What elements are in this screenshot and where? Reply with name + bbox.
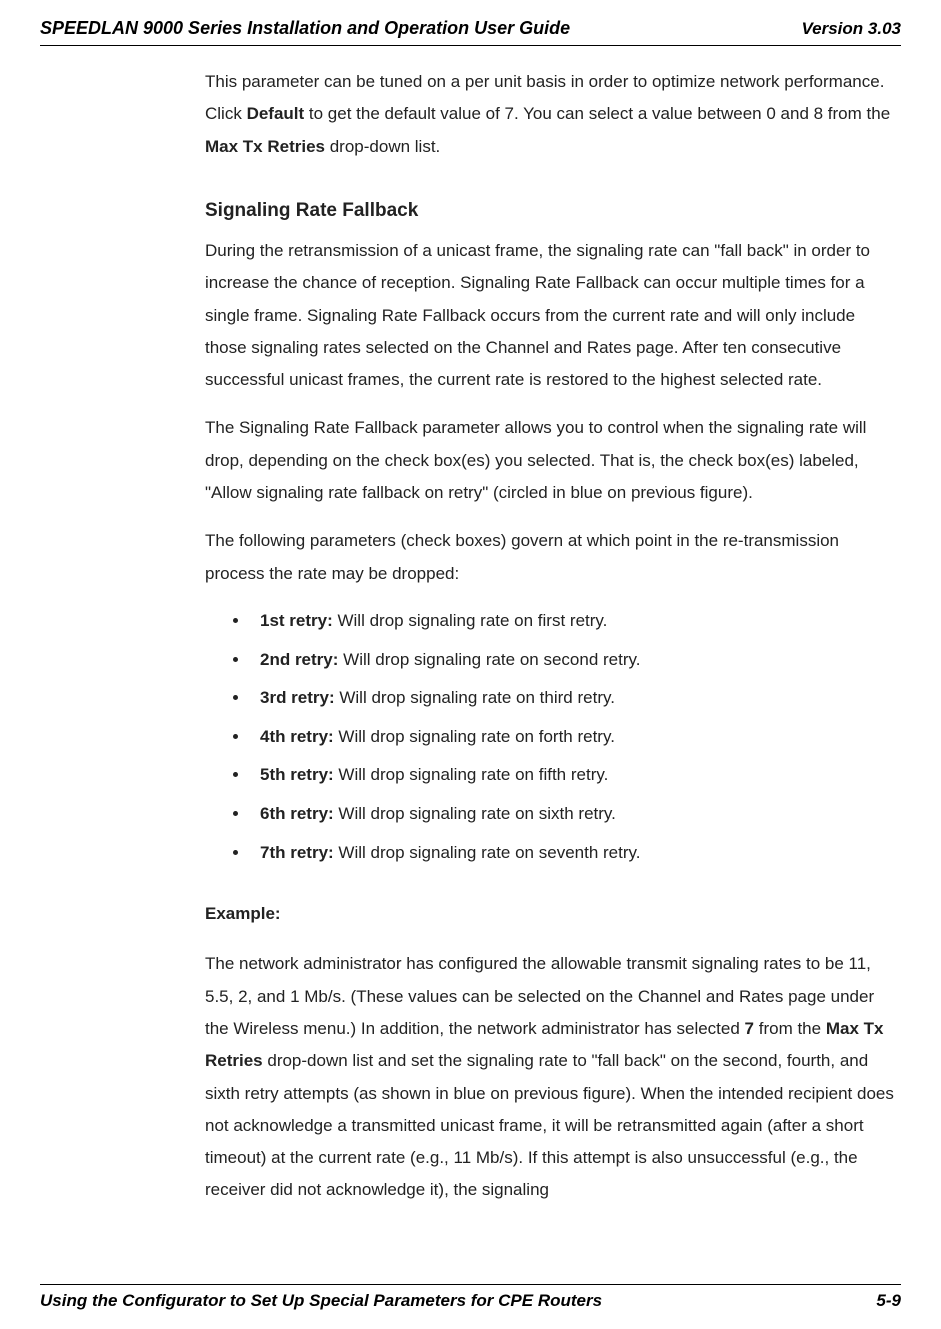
retry-desc: Will drop signaling rate on seventh retr… — [334, 843, 641, 862]
section-paragraph-3: The following parameters (check boxes) g… — [205, 525, 901, 590]
retry-desc: Will drop signaling rate on second retry… — [338, 650, 640, 669]
list-item: 7th retry: Will drop signaling rate on s… — [250, 838, 901, 869]
retry-label: 4th retry: — [260, 727, 334, 746]
retry-desc: Will drop signaling rate on sixth retry. — [334, 804, 616, 823]
list-item: 1st retry: Will drop signaling rate on f… — [250, 606, 901, 637]
example-text-c: drop-down list and set the signaling rat… — [205, 1051, 894, 1199]
intro-paragraph: This parameter can be tuned on a per uni… — [205, 66, 901, 163]
retry-desc: Will drop signaling rate on fifth retry. — [334, 765, 609, 784]
list-item: 3rd retry: Will drop signaling rate on t… — [250, 683, 901, 714]
retry-label: 5th retry: — [260, 765, 334, 784]
footer-chapter: Using the Configurator to Set Up Special… — [40, 1291, 602, 1311]
retry-label: 1st retry: — [260, 611, 333, 630]
page-content: This parameter can be tuned on a per uni… — [40, 46, 901, 1207]
list-item: 6th retry: Will drop signaling rate on s… — [250, 799, 901, 830]
retry-label: 2nd retry: — [260, 650, 338, 669]
retry-label: 7th retry: — [260, 843, 334, 862]
section-heading-signaling: Signaling Rate Fallback — [205, 193, 901, 229]
retry-desc: Will drop signaling rate on forth retry. — [334, 727, 615, 746]
list-item: 4th retry: Will drop signaling rate on f… — [250, 722, 901, 753]
page-header: SPEEDLAN 9000 Series Installation and Op… — [40, 0, 901, 46]
retry-list: 1st retry: Will drop signaling rate on f… — [250, 606, 901, 868]
retry-desc: Will drop signaling rate on first retry. — [333, 611, 608, 630]
example-label: Example: — [205, 898, 901, 930]
retry-desc: Will drop signaling rate on third retry. — [335, 688, 615, 707]
retry-label: 3rd retry: — [260, 688, 335, 707]
section-paragraph-1: During the retransmission of a unicast f… — [205, 235, 901, 396]
doc-title: SPEEDLAN 9000 Series Installation and Op… — [40, 18, 570, 39]
doc-version: Version 3.03 — [801, 19, 901, 39]
example-text-b: from the — [754, 1019, 826, 1038]
intro-text-c: drop-down list. — [325, 137, 440, 156]
page-footer: Using the Configurator to Set Up Special… — [40, 1284, 901, 1311]
list-item: 5th retry: Will drop signaling rate on f… — [250, 760, 901, 791]
section-paragraph-2: The Signaling Rate Fallback parameter al… — [205, 412, 901, 509]
example-paragraph: The network administrator has configured… — [205, 948, 901, 1206]
example-bold-7: 7 — [745, 1019, 754, 1038]
intro-bold-default: Default — [247, 104, 305, 123]
intro-bold-maxtx: Max Tx Retries — [205, 137, 325, 156]
retry-label: 6th retry: — [260, 804, 334, 823]
list-item: 2nd retry: Will drop signaling rate on s… — [250, 645, 901, 676]
footer-page-number: 5-9 — [876, 1291, 901, 1311]
intro-text-b: to get the default value of 7. You can s… — [304, 104, 890, 123]
